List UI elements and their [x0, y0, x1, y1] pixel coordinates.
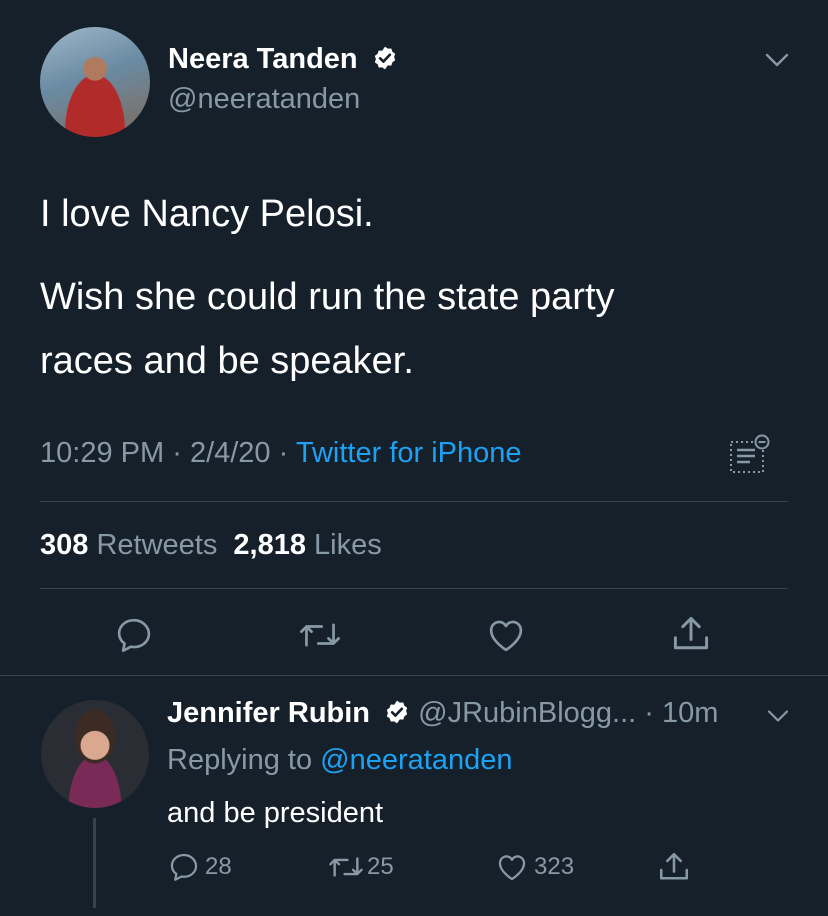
- share-icon[interactable]: [669, 612, 713, 656]
- author-avatar[interactable]: [40, 27, 150, 137]
- likes-count: 2,818: [233, 529, 306, 561]
- reply-reply-action[interactable]: 28: [167, 850, 232, 884]
- verified-badge-icon: [372, 45, 398, 71]
- retweets-count: 308: [40, 529, 89, 561]
- replying-to-handle[interactable]: @neeratanden: [320, 744, 512, 776]
- retweet-icon[interactable]: [327, 850, 365, 884]
- retweets-label: Retweets: [96, 529, 218, 561]
- like-count: 323: [534, 853, 575, 880]
- reply-icon[interactable]: [113, 614, 155, 656]
- divider: [0, 675, 828, 676]
- chevron-down-icon[interactable]: [766, 707, 790, 725]
- analytics-icon[interactable]: [728, 434, 772, 476]
- divider: [40, 588, 788, 589]
- divider: [40, 501, 788, 502]
- reply-author-handle[interactable]: @JRubinBlogg...: [418, 697, 636, 729]
- tweet-stats: 308 Retweets 2,818 Likes: [40, 529, 382, 562]
- chevron-down-icon[interactable]: [764, 50, 790, 70]
- replying-to: Replying to @neeratanden: [167, 744, 512, 777]
- thread-line: [93, 818, 96, 908]
- meta-separator: ·: [278, 437, 289, 469]
- reply-author-avatar[interactable]: [41, 700, 149, 808]
- author-name[interactable]: Neera Tanden: [168, 43, 358, 75]
- author-handle[interactable]: @neeratanden: [168, 83, 360, 116]
- reply-author-name[interactable]: Jennifer Rubin: [167, 697, 370, 729]
- reply-time: · 10m: [644, 697, 719, 729]
- meta-separator: ·: [172, 437, 182, 469]
- tweet-text-line-3: races and be speaker.: [40, 340, 414, 382]
- tweet-text-line-1: I love Nancy Pelosi.: [40, 193, 374, 235]
- reply-header: Jennifer Rubin @JRubinBlogg... · 10m: [167, 697, 718, 730]
- reply-like-action[interactable]: 323: [494, 850, 574, 884]
- likes-label: Likes: [314, 529, 382, 561]
- tweet-meta: 10:29 PM · 2/4/20 · Twitter for iPhone: [40, 437, 522, 470]
- verified-badge-icon: [384, 699, 410, 725]
- tweet-source-link[interactable]: Twitter for iPhone: [296, 437, 522, 469]
- tweet-text-line-2: Wish she could run the state party: [40, 276, 615, 318]
- reply-text: and be president: [167, 797, 384, 829]
- retweet-icon[interactable]: [298, 614, 342, 656]
- retweets-stat[interactable]: 308 Retweets: [40, 529, 225, 561]
- author-name-row[interactable]: Neera Tanden: [168, 43, 398, 76]
- heart-icon[interactable]: [494, 850, 530, 884]
- tweet-time: 10:29 PM: [40, 437, 165, 469]
- tweet-date: 2/4/20: [189, 437, 271, 469]
- replying-to-prefix: Replying to: [167, 744, 313, 776]
- reply-count: 28: [205, 853, 232, 880]
- likes-stat[interactable]: 2,818 Likes: [233, 529, 381, 561]
- share-icon[interactable]: [656, 849, 692, 885]
- retweet-count: 25: [367, 853, 394, 880]
- heart-icon[interactable]: [484, 614, 528, 656]
- reply-retweet-action[interactable]: 25: [327, 850, 394, 884]
- reply-icon[interactable]: [167, 850, 201, 884]
